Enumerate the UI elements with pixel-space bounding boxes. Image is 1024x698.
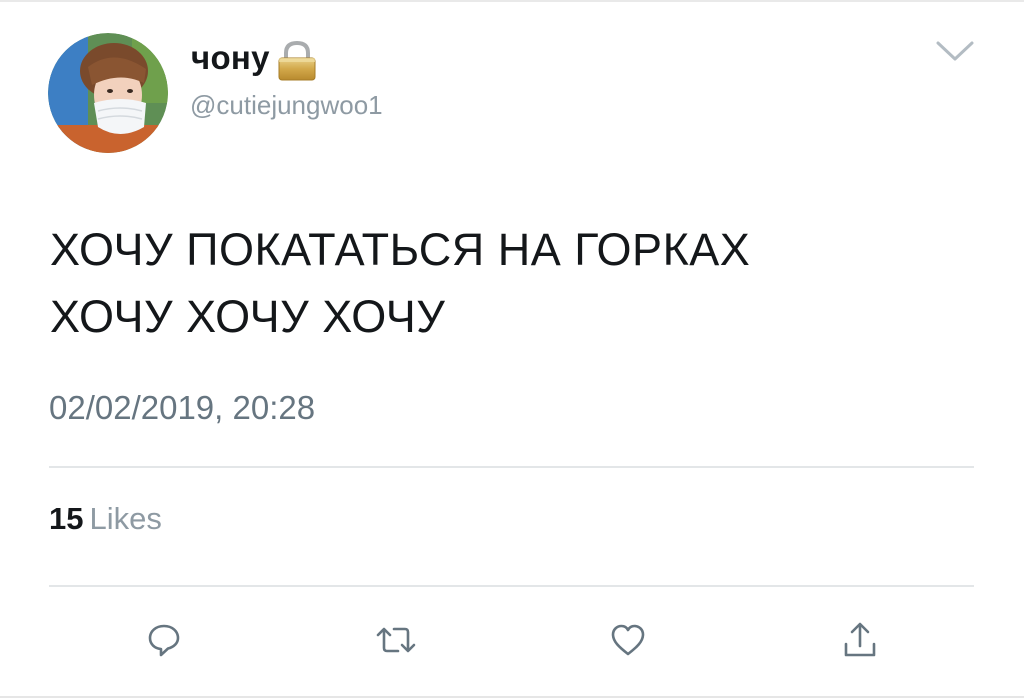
tweet-text: ХОЧУ ПОКАТАТЬСЯ НА ГОРКАХ ХОЧУ ХОЧУ ХОЧУ [50,216,980,350]
chevron-down-icon[interactable] [934,38,976,64]
reply-button[interactable] [140,618,188,666]
lock-icon [274,40,320,82]
avatar-image [48,33,168,153]
tweet-detail-view: чону @cutiejungwoo1 ХОЧУ ПОКАТАТЬСЯ НА Г… [0,0,1024,698]
retweet-icon [374,622,418,663]
likes-label: Likes [89,501,162,536]
retweet-button[interactable] [372,618,420,666]
tweet-text-line-2: ХОЧУ ХОЧУ ХОЧУ [50,291,446,342]
avatar[interactable] [48,33,168,153]
reply-icon [146,622,182,663]
heart-icon [609,622,647,663]
tweet-text-line-1: ХОЧУ ПОКАТАТЬСЯ НА ГОРКАХ [50,224,751,275]
divider-top [49,466,974,468]
display-name[interactable]: чону [191,38,270,78]
user-handle[interactable]: @cutiejungwoo1 [190,88,383,122]
tweet-timestamp: 02/02/2019, 20:28 [49,389,316,426]
divider-bottom [49,585,974,587]
likes-count: 15 [49,501,84,536]
top-border [0,0,1024,2]
share-icon [841,620,879,665]
share-button[interactable] [836,618,884,666]
likes-stat[interactable]: 15 Likes [49,499,162,539]
like-button[interactable] [604,618,652,666]
